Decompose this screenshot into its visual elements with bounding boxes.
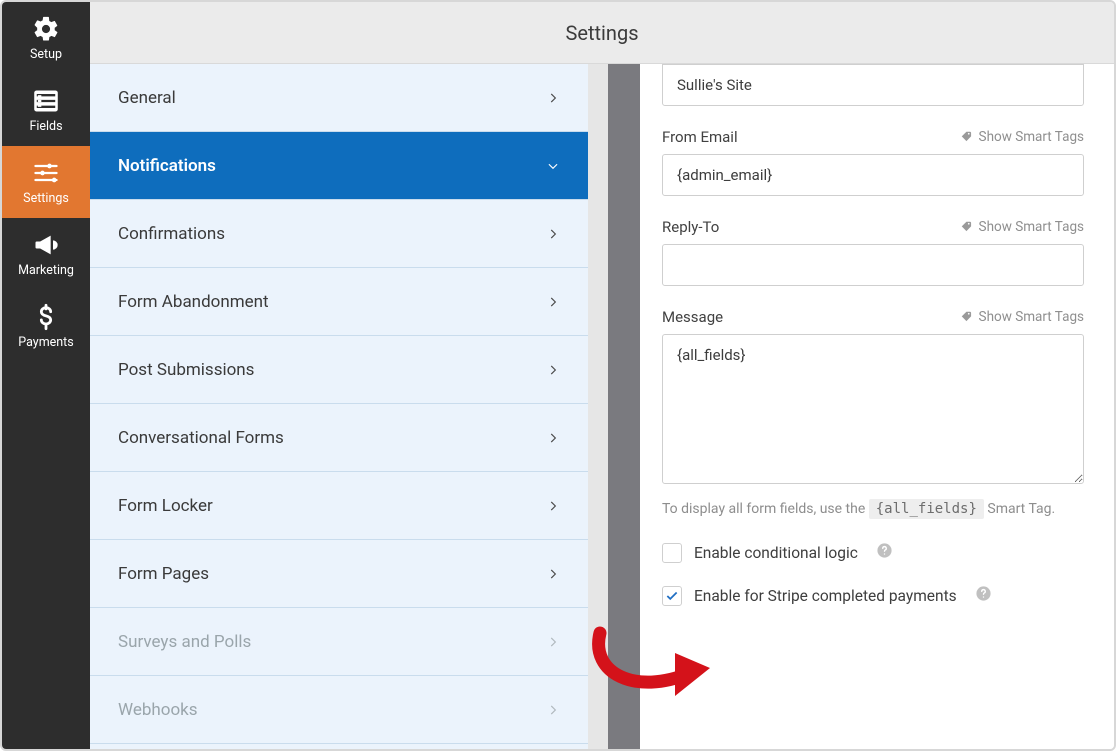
notification-form: From Email Show Smart Tags Reply-To Sho	[640, 64, 1114, 749]
checkbox-label: Enable for Stripe completed payments	[694, 587, 957, 605]
iconbar-label: Marketing	[18, 263, 74, 278]
chevron-down-icon	[546, 159, 560, 173]
chevron-right-icon	[546, 431, 560, 445]
bullhorn-icon	[32, 231, 60, 259]
settings-item-label: Form Abandonment	[118, 292, 269, 312]
list-icon	[32, 87, 60, 115]
settings-item-surveys-polls[interactable]: Surveys and Polls	[90, 608, 588, 676]
settings-item-general[interactable]: General	[90, 64, 588, 132]
from-email-label: From Email	[662, 128, 738, 146]
tags-icon	[960, 310, 974, 324]
reply-to-label: Reply-To	[662, 218, 719, 236]
settings-item-label: Post Submissions	[118, 360, 254, 380]
page-header: Settings	[90, 2, 1114, 64]
smart-tags-label: Show Smart Tags	[979, 219, 1084, 235]
from-name-input[interactable]	[662, 64, 1084, 106]
checkbox-stripe-row: Enable for Stripe completed payments	[662, 585, 1084, 606]
hint-text: Smart Tag.	[984, 501, 1055, 517]
gear-icon	[32, 15, 60, 43]
hint-code: {all_fields}	[869, 499, 984, 519]
iconbar-marketing[interactable]: Marketing	[2, 218, 90, 290]
panel-divider	[608, 64, 640, 749]
message-hint: To display all form fields, use the {all…	[662, 498, 1084, 520]
iconbar-setup[interactable]: Setup	[2, 2, 90, 74]
settings-item-form-pages[interactable]: Form Pages	[90, 540, 588, 608]
settings-item-form-locker[interactable]: Form Locker	[90, 472, 588, 540]
checkbox-conditional-logic[interactable]	[662, 543, 682, 563]
settings-item-label: Conversational Forms	[118, 428, 284, 448]
settings-item-notifications[interactable]: Notifications	[90, 132, 588, 200]
chevron-right-icon	[546, 91, 560, 105]
sliders-icon	[32, 159, 60, 187]
settings-item-post-submissions[interactable]: Post Submissions	[90, 336, 588, 404]
message-textarea[interactable]	[662, 334, 1084, 484]
chevron-right-icon	[546, 567, 560, 581]
show-smart-tags-reply-to[interactable]: Show Smart Tags	[960, 219, 1084, 235]
iconbar-label: Payments	[18, 335, 73, 350]
help-tooltip[interactable]	[975, 585, 992, 606]
show-smart-tags-from-email[interactable]: Show Smart Tags	[960, 129, 1084, 145]
iconbar-payments[interactable]: Payments	[2, 290, 90, 362]
primary-iconbar: Setup Fields Settings Marketing Payments	[2, 2, 90, 749]
chevron-right-icon	[546, 227, 560, 241]
smart-tags-label: Show Smart Tags	[979, 309, 1084, 325]
smart-tags-label: Show Smart Tags	[979, 129, 1084, 145]
settings-menu: General Notifications Confirmations Form…	[90, 64, 588, 749]
dollar-icon	[32, 303, 60, 331]
settings-item-label: Surveys and Polls	[118, 632, 251, 652]
iconbar-label: Setup	[30, 47, 62, 62]
hint-text: To display all form fields, use the	[662, 501, 869, 517]
settings-item-conversational-forms[interactable]: Conversational Forms	[90, 404, 588, 472]
tags-icon	[960, 130, 974, 144]
checkbox-label: Enable conditional logic	[694, 544, 858, 562]
iconbar-label: Settings	[23, 191, 69, 206]
settings-item-form-abandonment[interactable]: Form Abandonment	[90, 268, 588, 336]
settings-item-label: General	[118, 88, 176, 108]
chevron-right-icon	[546, 295, 560, 309]
help-icon	[975, 585, 992, 602]
reply-to-input[interactable]	[662, 244, 1084, 286]
settings-item-webhooks[interactable]: Webhooks	[90, 676, 588, 744]
message-label: Message	[662, 308, 723, 326]
from-email-input[interactable]	[662, 154, 1084, 196]
settings-item-label: Webhooks	[118, 700, 198, 720]
page-title: Settings	[565, 21, 638, 45]
settings-item-label: Notifications	[118, 156, 216, 176]
help-tooltip[interactable]	[876, 542, 893, 563]
settings-item-label: Form Pages	[118, 564, 209, 584]
settings-item-confirmations[interactable]: Confirmations	[90, 200, 588, 268]
iconbar-settings[interactable]: Settings	[2, 146, 90, 218]
chevron-right-icon	[546, 499, 560, 513]
chevron-right-icon	[546, 703, 560, 717]
settings-item-label: Form Locker	[118, 496, 213, 516]
show-smart-tags-message[interactable]: Show Smart Tags	[960, 309, 1084, 325]
chevron-right-icon	[546, 363, 560, 377]
check-icon	[665, 589, 679, 603]
iconbar-fields[interactable]: Fields	[2, 74, 90, 146]
chevron-right-icon	[546, 635, 560, 649]
help-icon	[876, 542, 893, 559]
tags-icon	[960, 220, 974, 234]
settings-item-label: Confirmations	[118, 224, 225, 244]
checkbox-conditional-logic-row: Enable conditional logic	[662, 542, 1084, 563]
iconbar-label: Fields	[29, 119, 62, 134]
checkbox-stripe-completed[interactable]	[662, 586, 682, 606]
